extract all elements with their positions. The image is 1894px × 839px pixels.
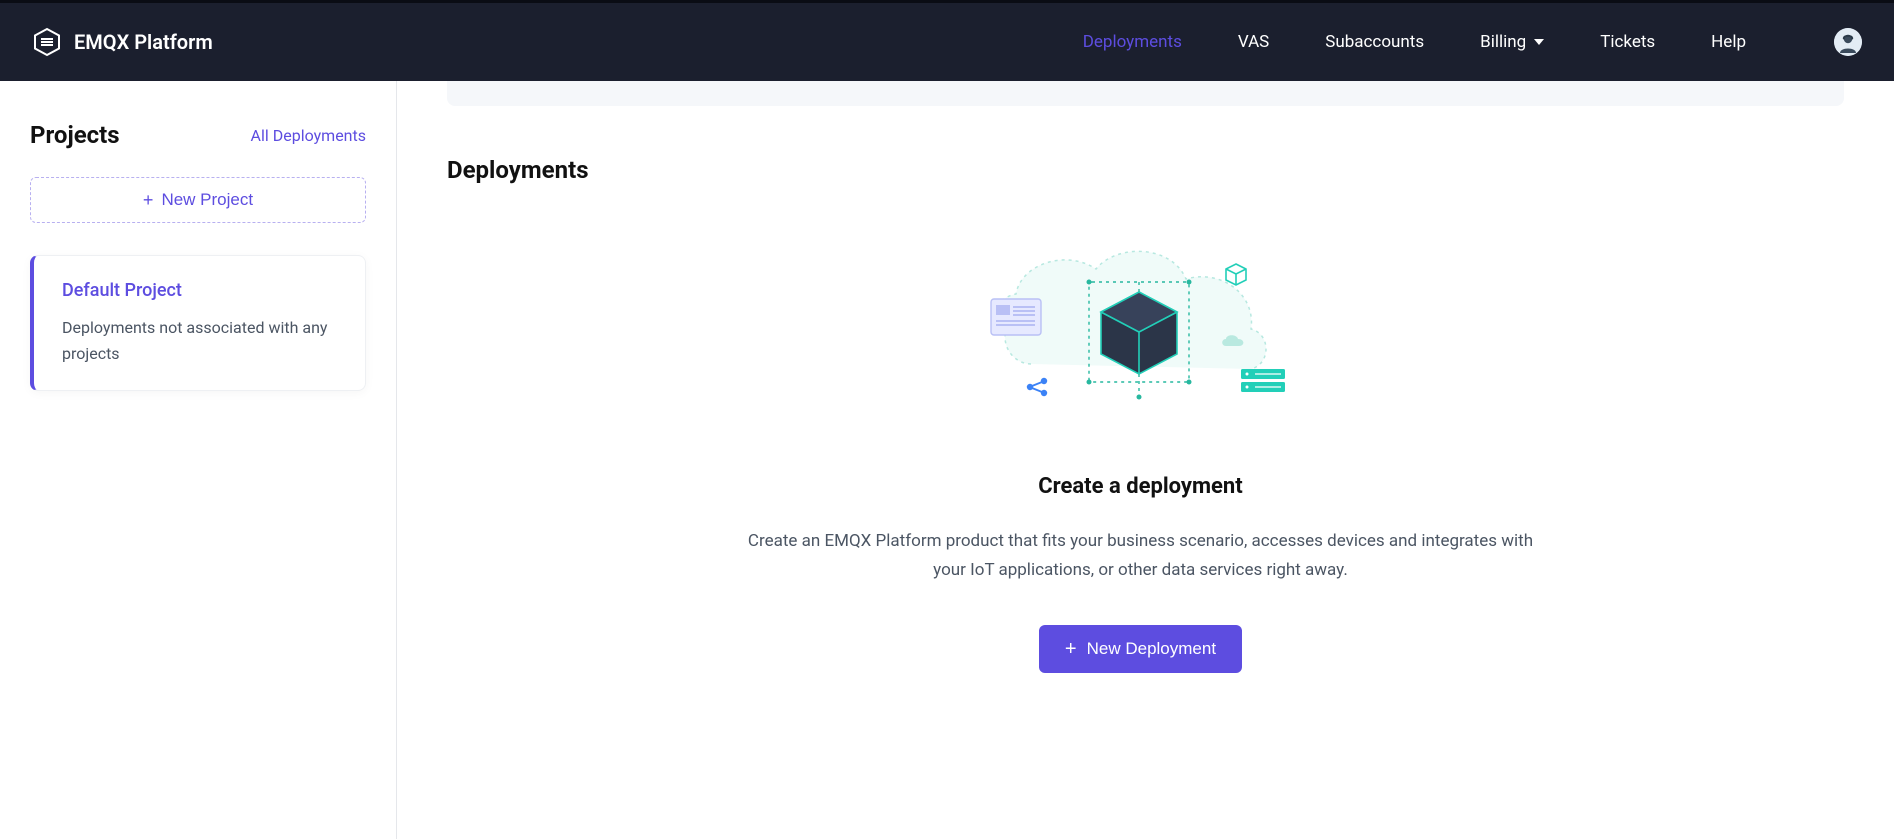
- new-deployment-label: New Deployment: [1087, 639, 1216, 659]
- new-project-button[interactable]: + New Project: [30, 177, 366, 223]
- main-content: Deployments: [397, 81, 1894, 839]
- section-title: Deployments: [447, 156, 1834, 184]
- project-card-default[interactable]: Default Project Deployments not associat…: [30, 255, 366, 391]
- cta-description: Create an EMQX Platform product that fit…: [731, 527, 1551, 585]
- nav-vas[interactable]: VAS: [1238, 32, 1269, 52]
- user-avatar[interactable]: [1834, 28, 1862, 56]
- app-header: EMQX Platform Deployments VAS Subaccount…: [0, 0, 1894, 81]
- sidebar-header: Projects All Deployments: [30, 121, 366, 149]
- plus-icon: +: [1065, 639, 1077, 659]
- nav-help[interactable]: Help: [1711, 32, 1746, 52]
- nav-billing-label: Billing: [1480, 32, 1526, 52]
- brand-name: EMQX Platform: [74, 30, 213, 54]
- share-icon: [1026, 378, 1046, 396]
- new-project-label: New Project: [161, 190, 253, 210]
- top-banner: [447, 81, 1844, 106]
- nav-billing[interactable]: Billing: [1480, 32, 1544, 52]
- main-nav: Deployments VAS Subaccounts Billing Tick…: [1083, 28, 1862, 56]
- server-icon: [1241, 369, 1285, 392]
- empty-state: Create a deployment Create an EMQX Platf…: [731, 224, 1551, 673]
- all-deployments-link[interactable]: All Deployments: [251, 126, 366, 145]
- brand-icon: [32, 27, 62, 57]
- new-deployment-button[interactable]: + New Deployment: [1039, 625, 1242, 673]
- sidebar-title: Projects: [30, 121, 120, 149]
- sidebar: Projects All Deployments + New Project D…: [0, 81, 397, 839]
- nav-deployments[interactable]: Deployments: [1083, 32, 1182, 52]
- deployment-illustration: [971, 224, 1311, 444]
- avatar-icon: [1834, 28, 1862, 56]
- plus-icon: +: [143, 191, 154, 209]
- cta-title: Create a deployment: [731, 474, 1551, 499]
- browser-icon: [991, 299, 1041, 335]
- nav-tickets[interactable]: Tickets: [1600, 32, 1655, 52]
- project-card-title: Default Project: [62, 280, 337, 301]
- nav-subaccounts[interactable]: Subaccounts: [1325, 32, 1424, 52]
- project-card-description: Deployments not associated with any proj…: [62, 315, 337, 366]
- chevron-down-icon: [1534, 39, 1544, 45]
- cube-small-icon: [1226, 264, 1246, 285]
- brand-logo[interactable]: EMQX Platform: [32, 27, 213, 57]
